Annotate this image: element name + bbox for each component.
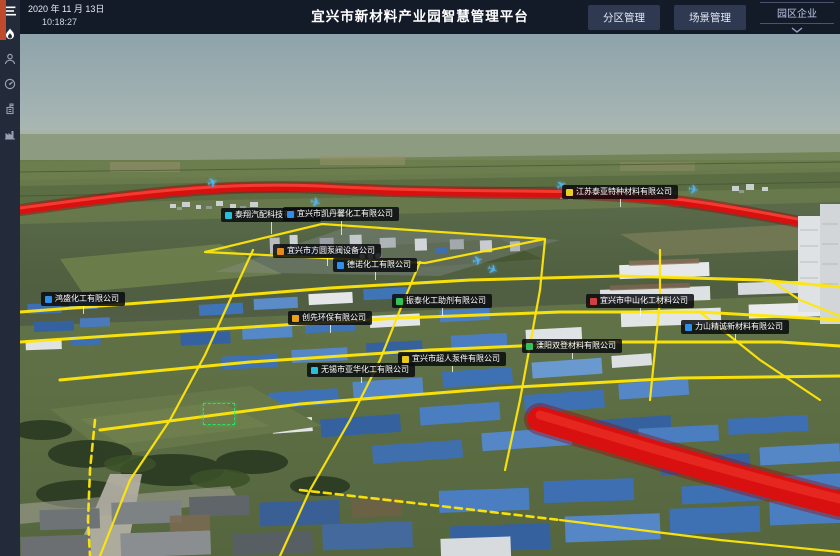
company-label[interactable]: 创先环保有限公司 [288,311,372,325]
label-stem [640,308,641,316]
company-name: 江苏泰亚特种材料有限公司 [576,188,672,196]
company-name: 宜兴市中山化工材料公司 [600,297,688,305]
company-marker-icon [526,343,533,350]
company-name: 宜兴市方圆泵阀设备公司 [287,247,375,255]
dropdown-label: 园区企业 [760,2,834,24]
company-name: 振泰化工助剂有限公司 [406,297,486,305]
top-header: 2020 年 11 月 13日 10:18:27 宜兴市新材料产业园智慧管理平台… [0,0,840,34]
company-name: 宜兴市凯丹馨化工有限公司 [297,210,393,218]
label-stem [735,334,736,340]
label-stem [572,353,573,359]
label-stem [330,325,331,333]
company-label[interactable]: 溧阳双登材料有限公司 [522,339,622,353]
company-marker-icon [225,212,232,219]
company-marker-icon [590,298,597,305]
map-viewport[interactable]: 鸿盛化工有限公司 泰翔汽配科技有限公司 宜兴市凯丹馨化工有限公司 宜兴市方圆泵阀… [20,34,840,556]
label-stem [341,221,342,235]
label-stem [361,377,362,383]
building-icon[interactable] [2,101,18,117]
company-label[interactable]: 力山精诚新材料有限公司 [681,320,789,334]
sidebar [0,0,20,556]
app-root: 2020 年 11 月 13日 10:18:27 宜兴市新材料产业园智慧管理平台… [0,0,840,556]
accent-bar [0,0,6,40]
label-stem [271,222,272,234]
company-marker-icon [396,298,403,305]
drone-marker-icon[interactable]: ✈ [687,182,700,197]
company-label[interactable]: 无锡市亚华化工有限公司 [307,363,415,377]
label-stem [452,366,453,372]
time-text: 10:18:27 [28,16,104,29]
company-name: 无锡市亚华化工有限公司 [321,366,409,374]
factory-icon[interactable] [2,126,18,142]
company-marker-icon [292,315,299,322]
company-marker-icon [685,324,692,331]
selection-box[interactable] [203,403,235,425]
company-label[interactable]: 德诺化工有限公司 [333,258,417,272]
chevron-down-icon[interactable] [791,26,803,33]
user-icon[interactable] [2,51,18,67]
company-marker-icon [566,189,573,196]
date-text: 2020 年 11 月 13日 [28,3,104,16]
company-name: 力山精诚新材料有限公司 [695,323,783,331]
park-enterprise-dropdown[interactable]: 园区企业 [760,2,834,33]
label-stem [620,199,621,207]
label-stem [83,306,84,314]
company-name: 鸿盛化工有限公司 [55,295,119,303]
label-stem [375,272,376,280]
company-label[interactable]: 宜兴市方圆泵阀设备公司 [273,244,381,258]
company-name: 宜兴市超人泵件有限公司 [412,355,500,363]
company-marker-icon [277,248,284,255]
datetime-display: 2020 年 11 月 13日 10:18:27 [28,3,104,29]
company-label[interactable]: 振泰化工助剂有限公司 [392,294,492,308]
company-name: 创先环保有限公司 [302,314,366,322]
company-marker-icon [45,296,52,303]
company-label[interactable]: 宜兴市中山化工材料公司 [586,294,694,308]
company-marker-icon [402,356,409,363]
sidebar-icon-list [0,26,20,142]
scene-manage-button[interactable]: 场景管理 [674,5,746,30]
label-stem [327,258,328,266]
company-marker-icon [311,367,318,374]
company-label[interactable]: 鸿盛化工有限公司 [41,292,125,306]
zone-manage-button[interactable]: 分区管理 [588,5,660,30]
gauge-icon[interactable] [2,76,18,92]
company-name: 德诺化工有限公司 [347,261,411,269]
company-marker-icon [337,262,344,269]
company-label[interactable]: 江苏泰亚特种材料有限公司 [562,185,678,199]
company-name: 溧阳双登材料有限公司 [536,342,616,350]
company-marker-icon [287,211,294,218]
company-label[interactable]: 宜兴市凯丹馨化工有限公司 [283,207,399,221]
header-actions: 分区管理 场景管理 园区企业 [588,0,834,34]
label-stem [442,308,443,316]
